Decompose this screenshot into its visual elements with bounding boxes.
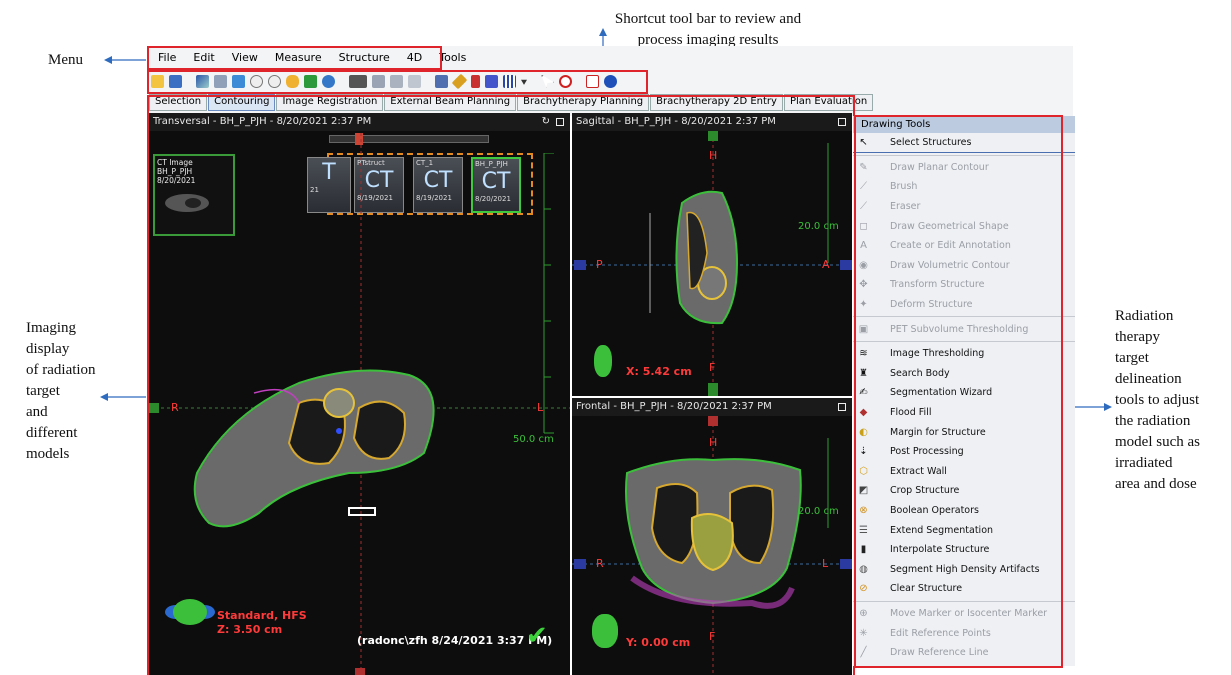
annotation-radiation-line: Radiation	[1115, 308, 1174, 324]
annotation-imaging-line: models	[26, 446, 70, 462]
annotation-imaging-line: of radiation	[26, 362, 96, 378]
annotation-radiation-line: therapy	[1115, 329, 1160, 345]
menu-highlight	[147, 46, 442, 70]
annotation-imaging-line: display	[26, 341, 70, 357]
annotation-shortcut: Shortcut tool bar to review and process …	[592, 9, 824, 51]
annotation-radiation-line: irradiated	[1115, 455, 1173, 471]
arrow-menu	[104, 56, 146, 64]
annotation-radiation-line: area and dose	[1115, 476, 1197, 492]
annotation-radiation-line: target	[1115, 350, 1149, 366]
viewports-highlight	[147, 95, 855, 675]
annotation-menu: Menu	[48, 52, 83, 68]
annotation-imaging-line: target	[26, 383, 60, 399]
annotation-radiation-line: model such as	[1115, 434, 1200, 450]
toolbar-highlight	[147, 70, 648, 94]
drawing-tools-highlight	[854, 115, 1063, 668]
arrow-imaging	[100, 393, 146, 401]
annotation-imaging-line: different	[26, 425, 78, 441]
annotation-radiation-line: the radiation	[1115, 413, 1191, 429]
annotation-imaging-line: and	[26, 404, 48, 420]
annotation-imaging-line: Imaging	[26, 320, 76, 336]
annotation-imaging: Imaging display of radiation target and …	[26, 318, 96, 465]
annotation-shortcut-line1: Shortcut tool bar to review and	[614, 11, 802, 27]
annotation-radiation-line: delineation	[1115, 371, 1182, 387]
annotation-radiation-line: tools to adjust	[1115, 392, 1200, 408]
annotation-radiation: Radiation therapy target delineation too…	[1115, 306, 1200, 495]
menu-tools[interactable]: Tools	[439, 51, 466, 64]
